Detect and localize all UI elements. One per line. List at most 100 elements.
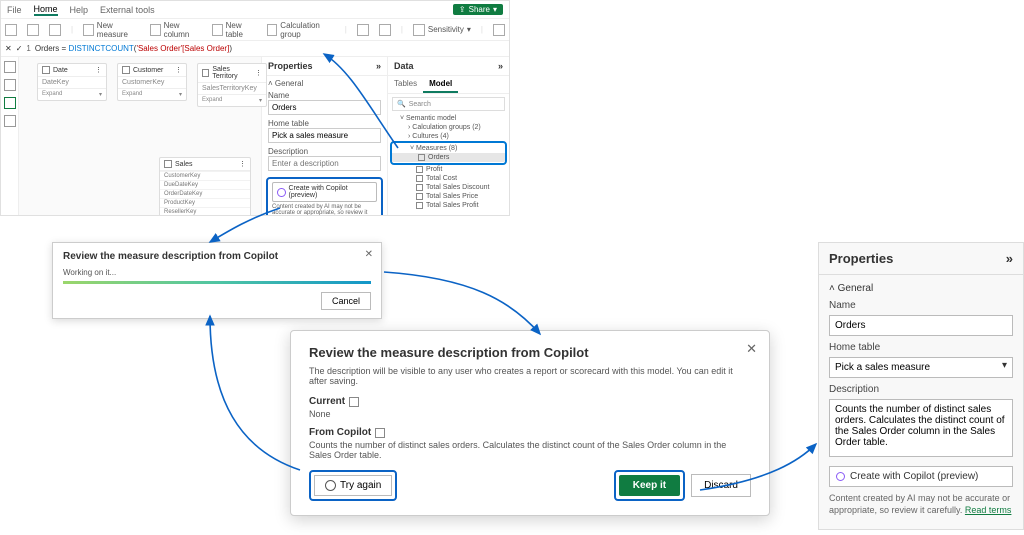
ribbon-more[interactable]	[493, 24, 505, 36]
measure-icon	[416, 184, 423, 191]
table-card-territory[interactable]: Sales Territory⋮ SalesTerritoryKey Expan…	[197, 63, 267, 107]
tree-cultures[interactable]: › Cultures (4)	[390, 132, 507, 141]
tree-measure-totaldisc[interactable]: Total Sales Discount	[390, 183, 507, 192]
view-rail	[1, 57, 19, 216]
more-icon[interactable]: ⋮	[239, 160, 246, 168]
pane-title: Data	[394, 61, 414, 71]
expand-label[interactable]: Expand	[42, 91, 62, 98]
cancel-button[interactable]: Cancel	[321, 292, 371, 310]
ribbon-format[interactable]	[357, 24, 369, 36]
copy-icon[interactable]	[375, 428, 385, 438]
name-label: Name	[829, 300, 1013, 311]
copilot-icon	[836, 472, 845, 481]
share-button[interactable]: ⇪ Share ▾	[453, 4, 503, 15]
commit-icon[interactable]: ✓	[16, 44, 23, 53]
description-field[interactable]: Counts the number of distinct sales orde…	[829, 399, 1013, 457]
measure-icon	[416, 166, 423, 173]
search-input[interactable]: 🔍 Search	[392, 97, 505, 111]
formula-code[interactable]: Orders = DISTINCTCOUNT('Sales Order'[Sal…	[35, 44, 232, 53]
calcgroup-icon	[267, 24, 278, 36]
new-measure-button[interactable]: New measure	[83, 21, 140, 39]
chevron-down-icon[interactable]: ▾	[259, 97, 262, 104]
create-with-copilot-button[interactable]: Create with Copilot (preview)	[272, 182, 377, 202]
description-field[interactable]	[268, 156, 381, 171]
close-icon[interactable]: ✕	[365, 249, 373, 260]
close-icon[interactable]: ✕	[746, 341, 757, 357]
formula-func: DISTINCTCOUNT	[68, 44, 133, 53]
tree-calcgroups[interactable]: › Calculation groups (2)	[390, 123, 507, 132]
sensitivity-icon	[413, 24, 425, 36]
sensitivity-button[interactable]: Sensitivity▾	[413, 24, 471, 36]
menu-home[interactable]: Home	[34, 4, 58, 16]
tree-measure-totalprofit[interactable]: Total Sales Profit	[390, 201, 507, 210]
tab-tables[interactable]: Tables	[388, 76, 423, 93]
section-general[interactable]: ˄ General	[829, 283, 1013, 294]
expand-label[interactable]: Expand	[202, 97, 222, 104]
expand-icon[interactable]: »	[1006, 251, 1013, 266]
card-title: Date	[53, 67, 68, 74]
section-general[interactable]: ˄ General	[262, 76, 387, 91]
card-field: DueDateKey	[160, 180, 250, 189]
data-view-icon[interactable]	[4, 79, 16, 91]
tree-semantic-model[interactable]: ˅ Semantic model	[390, 114, 507, 123]
read-terms-link[interactable]: Read terms	[965, 505, 1012, 515]
name-field[interactable]	[268, 100, 381, 115]
ribbon-another[interactable]	[379, 24, 391, 36]
measure-icon	[416, 202, 423, 209]
chevron-down-icon[interactable]: ▾	[99, 91, 102, 98]
model-canvas[interactable]: Date⋮ DateKey Expand▾ Customer⋮ Customer…	[19, 57, 261, 216]
copilot-callout: Create with Copilot (preview) Content cr…	[266, 177, 383, 216]
discard-button[interactable]: Discard	[691, 474, 751, 497]
description-label: Description	[262, 147, 387, 156]
menu-file[interactable]: File	[7, 5, 22, 15]
tree-measure-totalcost[interactable]: Total Cost	[390, 174, 507, 183]
tree-measure-totalprice[interactable]: Total Sales Price	[390, 192, 507, 201]
new-measure-label: New measure	[97, 21, 140, 39]
try-again-hilite: Try again	[309, 470, 397, 501]
more-icon[interactable]: ⋮	[175, 66, 182, 74]
new-column-button[interactable]: New column	[150, 21, 202, 39]
expand-label[interactable]: Expand	[122, 91, 142, 98]
table-card-sales[interactable]: Sales⋮ CustomerKey DueDateKey OrderDateK…	[159, 157, 251, 216]
keep-it-button[interactable]: Keep it	[619, 475, 680, 496]
tree-measure-orders[interactable]: Orders	[392, 153, 505, 162]
more-icon[interactable]: ⋮	[95, 66, 102, 74]
new-table-button[interactable]: New table	[212, 21, 257, 39]
dax-view-icon[interactable]	[4, 115, 16, 127]
tree-measure-profit[interactable]: Profit	[390, 165, 507, 174]
model-tree[interactable]: ˅ Semantic model › Calculation groups (2…	[388, 114, 509, 210]
model-view-icon[interactable]	[4, 97, 16, 109]
chevron-down-icon[interactable]: ▾	[179, 91, 182, 98]
ai-disclaimer: Content created by AI may not be accurat…	[829, 493, 1013, 516]
expand-icon[interactable]: »	[376, 61, 381, 71]
name-field[interactable]	[829, 315, 1013, 336]
ribbon-paste[interactable]	[49, 24, 61, 36]
tree-measures[interactable]: ˅ Measures (8)	[392, 144, 505, 153]
more-icon[interactable]: ⋮	[255, 69, 262, 77]
card-field: CustomerKey	[118, 77, 186, 88]
try-again-button[interactable]: Try again	[314, 475, 392, 496]
create-with-copilot-button[interactable]: Create with Copilot (preview)	[829, 466, 1013, 487]
hometable-field[interactable]	[829, 357, 1013, 378]
tab-model[interactable]: Model	[423, 76, 458, 93]
close-icon[interactable]: ✕	[5, 44, 12, 53]
current-value: None	[309, 409, 751, 419]
expand-icon[interactable]: »	[498, 61, 503, 71]
card-field: OrderDateKey	[160, 189, 250, 198]
table-icon	[42, 66, 50, 74]
hometable-field[interactable]	[268, 128, 381, 143]
table-card-customer[interactable]: Customer⋮ CustomerKey Expand▾	[117, 63, 187, 101]
copy-icon[interactable]	[349, 397, 359, 407]
formula-bar[interactable]: ✕ ✓ 1 Orders = DISTINCTCOUNT('Sales Orde…	[1, 41, 509, 57]
table-card-date[interactable]: Date⋮ DateKey Expand▾	[37, 63, 107, 101]
table-icon	[212, 24, 223, 36]
ribbon-copy[interactable]	[27, 24, 39, 36]
menu-external-tools[interactable]: External tools	[100, 5, 155, 15]
report-view-icon[interactable]	[4, 61, 16, 73]
calc-group-button[interactable]: Calculation group	[267, 21, 335, 39]
measure-icon	[416, 175, 423, 182]
chevron-down-icon[interactable]: ▾	[1002, 360, 1007, 371]
menu-help[interactable]: Help	[70, 5, 89, 15]
ribbon-cut[interactable]	[5, 24, 17, 36]
new-column-label: New column	[164, 21, 202, 39]
